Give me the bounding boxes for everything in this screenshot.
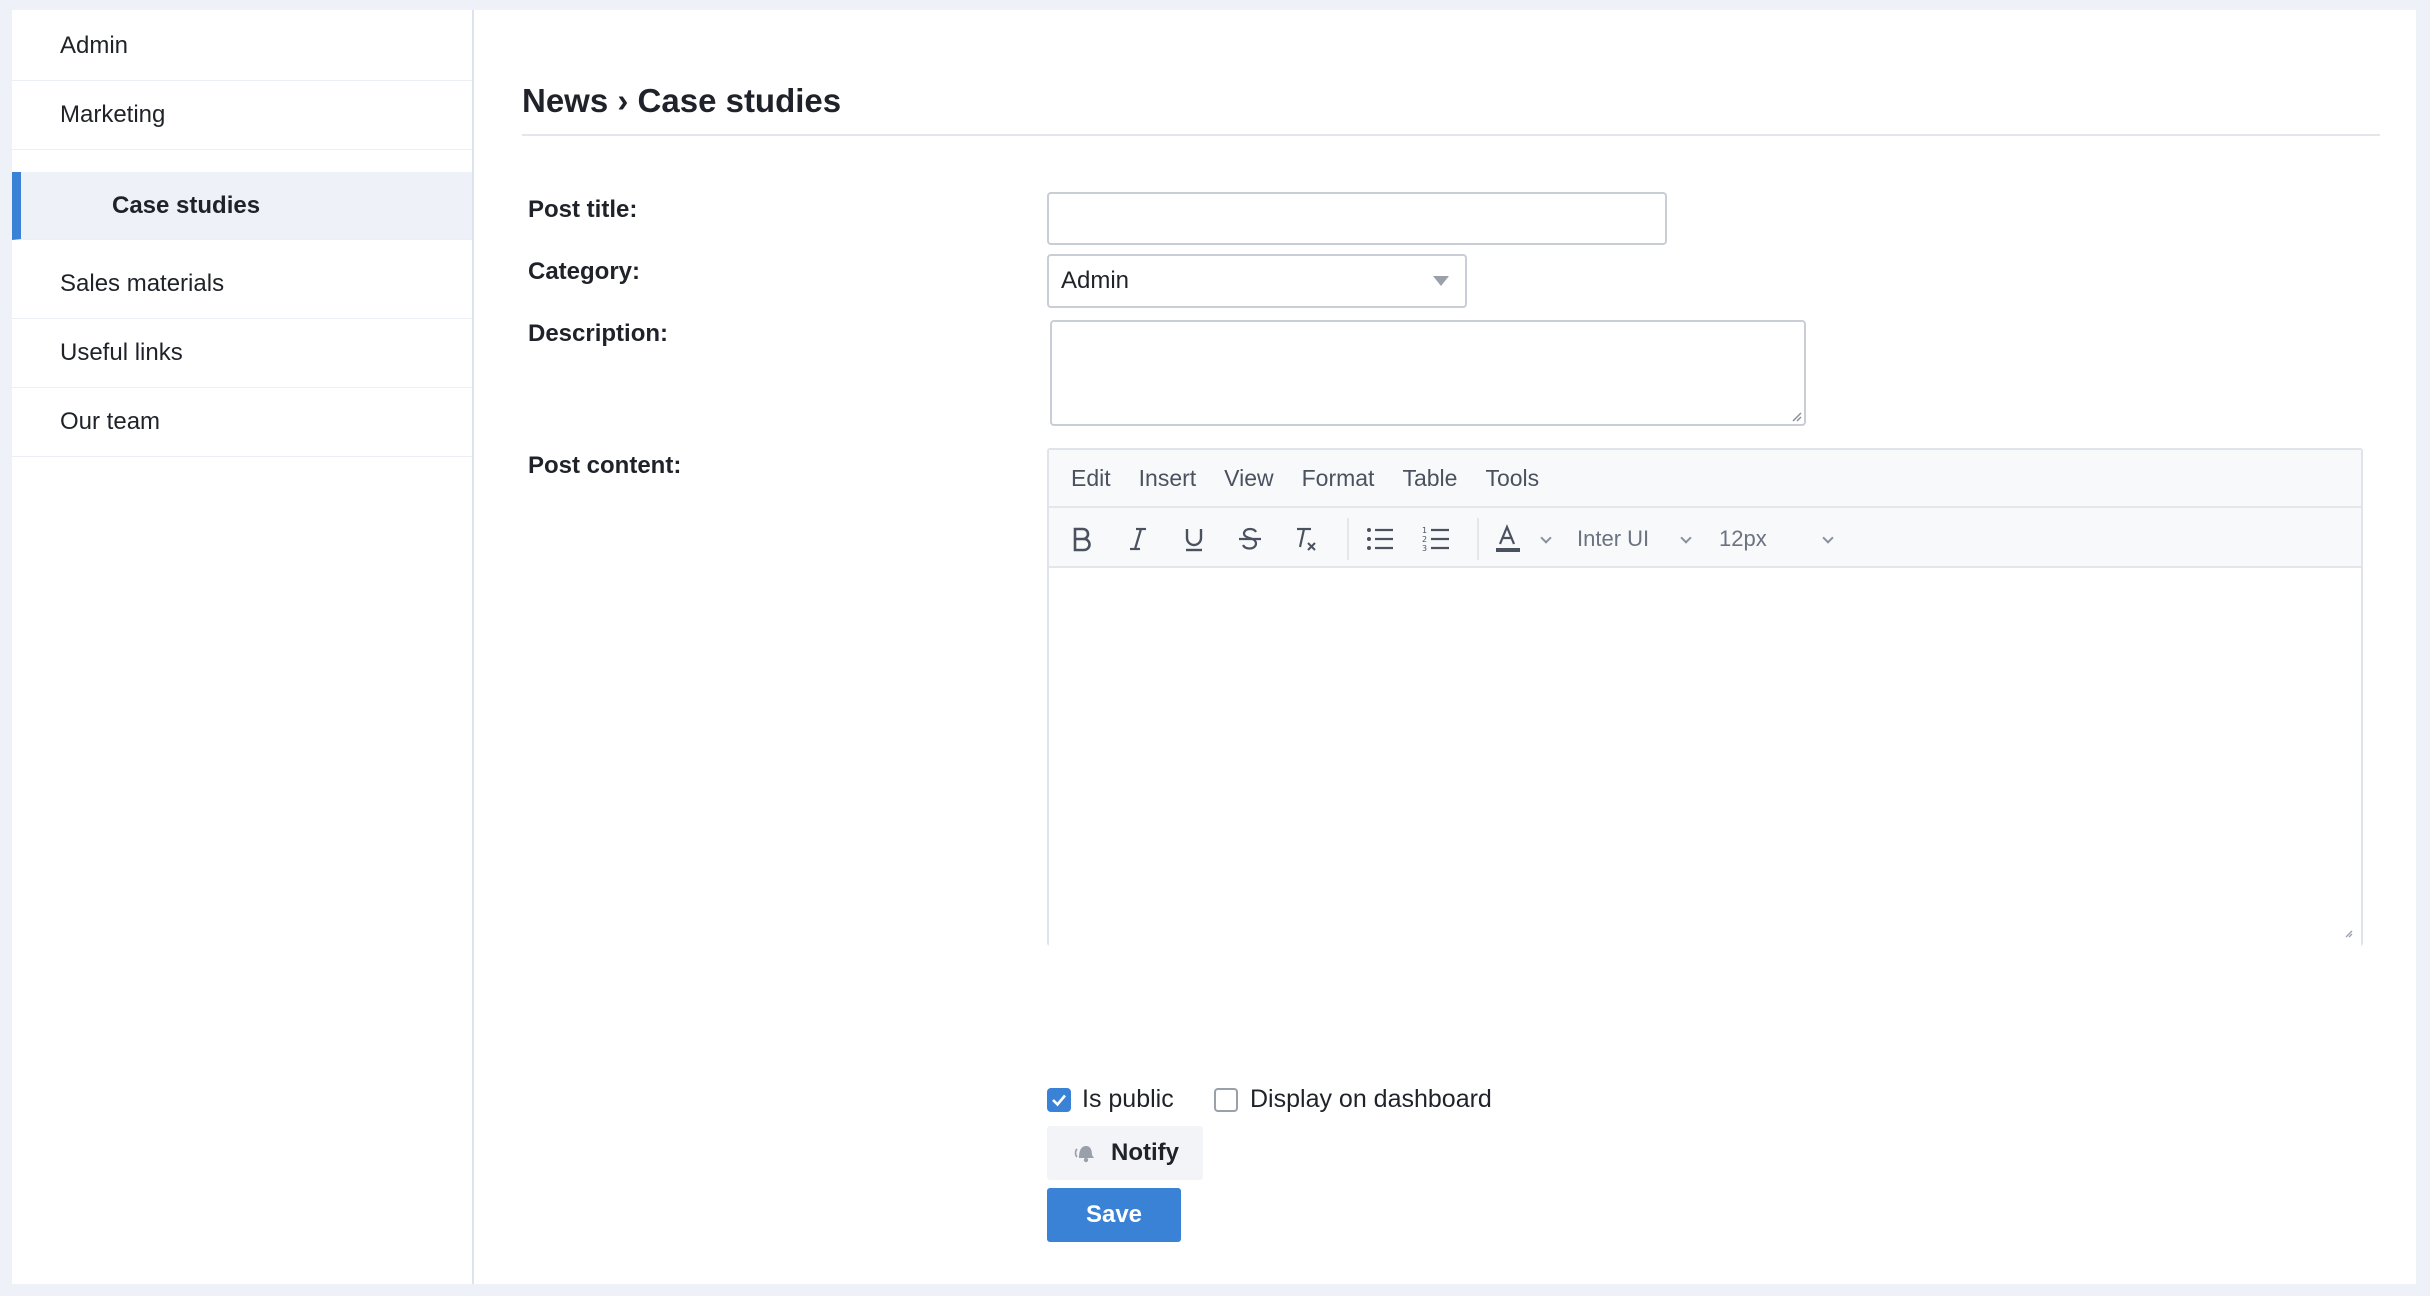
notify-button[interactable]: Notify — [1047, 1126, 1203, 1180]
menu-view[interactable]: View — [1224, 465, 1273, 492]
checkmark-icon — [1052, 1094, 1066, 1107]
bullet-list-icon[interactable] — [1363, 522, 1397, 556]
editor-content-area[interactable] — [1049, 568, 2361, 946]
svg-text:2: 2 — [1422, 535, 1427, 544]
sidebar-item-marketing[interactable]: Marketing — [12, 81, 472, 150]
toolbar-divider — [1347, 518, 1349, 560]
notify-label: Notify — [1111, 1139, 1179, 1166]
breadcrumb: News › Case studies — [522, 82, 842, 119]
svg-text:1: 1 — [1422, 526, 1427, 535]
sidebar-item-label: Sales materials — [60, 270, 225, 297]
title-divider — [522, 134, 2380, 136]
save-button[interactable]: Save — [1047, 1188, 1181, 1242]
bell-icon — [1073, 1141, 1097, 1165]
sidebar-item-our-team[interactable]: Our team — [12, 388, 472, 457]
editor-toolbar: 123 Inter UI 12px — [1049, 508, 2361, 568]
sidebar-item-label: Case studies — [112, 191, 261, 219]
rich-text-editor: Edit Insert View Format Table Tools 1 2 … — [1047, 448, 2363, 946]
menu-edit[interactable]: Edit — [1071, 465, 1111, 492]
underline-icon[interactable] — [1177, 522, 1211, 556]
menu-tools[interactable]: Tools — [1485, 465, 1539, 492]
chevron-down-icon[interactable] — [1680, 532, 1692, 544]
strikethrough-icon[interactable] — [1233, 522, 1267, 556]
resize-grip-icon[interactable] — [2343, 928, 2353, 938]
sidebar-item-case-studies[interactable]: Case studies — [12, 172, 472, 240]
chevron-down-icon[interactable] — [1540, 532, 1552, 544]
sidebar-item-sales-materials[interactable]: Sales materials — [12, 250, 472, 319]
sidebar-item-label: Marketing — [60, 101, 166, 128]
display-on-dashboard-checkbox[interactable] — [1214, 1088, 1238, 1112]
description-label: Description: — [528, 320, 669, 347]
text-color-icon[interactable] — [1491, 522, 1525, 556]
app-frame: Admin Marketing Case studies Sales mater… — [12, 10, 2416, 1284]
sidebar-item-label: Admin — [60, 32, 129, 59]
category-select[interactable]: Admin — [1047, 254, 1467, 308]
sidebar-item-label: Our team — [60, 408, 161, 435]
numbered-list-icon[interactable]: 123 — [1419, 522, 1453, 556]
sidebar-item-useful-links[interactable]: Useful links — [12, 319, 472, 388]
sidebar-item-admin[interactable]: Admin — [12, 12, 472, 81]
italic-icon[interactable] — [1121, 522, 1155, 556]
post-content-label: Post content: — [528, 452, 682, 479]
font-family-select[interactable]: Inter UI — [1577, 526, 1649, 552]
post-title-input[interactable] — [1047, 192, 1667, 245]
is-public-checkbox[interactable] — [1047, 1088, 1071, 1112]
menu-table[interactable]: Table — [1402, 465, 1457, 492]
post-title-label: Post title: — [528, 196, 638, 223]
sidebar-item-label: Useful links — [60, 339, 183, 366]
chevron-down-icon — [1433, 276, 1449, 286]
menu-insert[interactable]: Insert — [1139, 465, 1197, 492]
resize-grip-icon[interactable] — [1790, 410, 1802, 422]
is-public-label[interactable]: Is public — [1082, 1085, 1174, 1114]
save-label: Save — [1085, 1201, 1143, 1228]
description-textarea[interactable] — [1050, 320, 1806, 426]
chevron-down-icon[interactable] — [1822, 532, 1834, 544]
toolbar-divider — [1477, 518, 1479, 560]
editor-menubar: Edit Insert View Format Table Tools — [1049, 450, 2361, 508]
font-size-select[interactable]: 12px — [1719, 526, 1767, 552]
category-selected-value: Admin — [1061, 267, 1130, 294]
display-on-dashboard-label[interactable]: Display on dashboard — [1250, 1085, 1492, 1114]
clear-formatting-icon[interactable] — [1289, 522, 1323, 556]
sidebar: Admin Marketing Case studies Sales mater… — [12, 10, 474, 1284]
category-label: Category: — [528, 258, 641, 285]
bold-icon[interactable] — [1065, 522, 1099, 556]
menu-format[interactable]: Format — [1302, 465, 1375, 492]
svg-text:3: 3 — [1422, 544, 1427, 553]
